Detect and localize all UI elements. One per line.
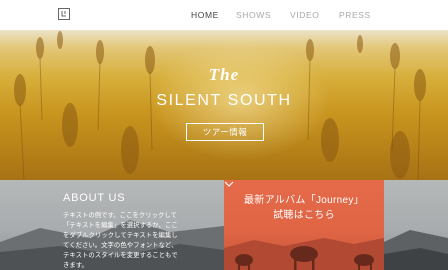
album-promo[interactable]: 最新アルバム「Journey」 試聴はこちら bbox=[224, 180, 384, 270]
about-text: テキストの例です。ここをクリックして「テキストを編集」を選択するか、ここをダブル… bbox=[63, 212, 178, 269]
square-logo-icon[interactable] bbox=[58, 8, 70, 20]
nav-press[interactable]: PRESS bbox=[339, 10, 371, 20]
tour-info-button[interactable]: ツアー情報 bbox=[186, 123, 264, 141]
about-title: ABOUT US bbox=[63, 192, 126, 204]
nav-shows[interactable]: SHOWS bbox=[236, 10, 271, 20]
nav-home[interactable]: HOME bbox=[191, 10, 219, 20]
chevron-down-icon[interactable] bbox=[224, 180, 234, 188]
album-title: 最新アルバム「Journey」 bbox=[244, 195, 364, 206]
hero-banner: The SILENT SOUTH ツアー情報 bbox=[0, 30, 448, 180]
hero-title: SILENT SOUTH bbox=[156, 92, 292, 109]
hero-pretitle: The bbox=[208, 65, 240, 84]
nav-video[interactable]: VIDEO bbox=[290, 10, 319, 20]
site-header: HOME SHOWS VIDEO PRESS bbox=[0, 0, 448, 30]
album-listen-link[interactable]: 試聴はこちら bbox=[224, 206, 384, 221]
